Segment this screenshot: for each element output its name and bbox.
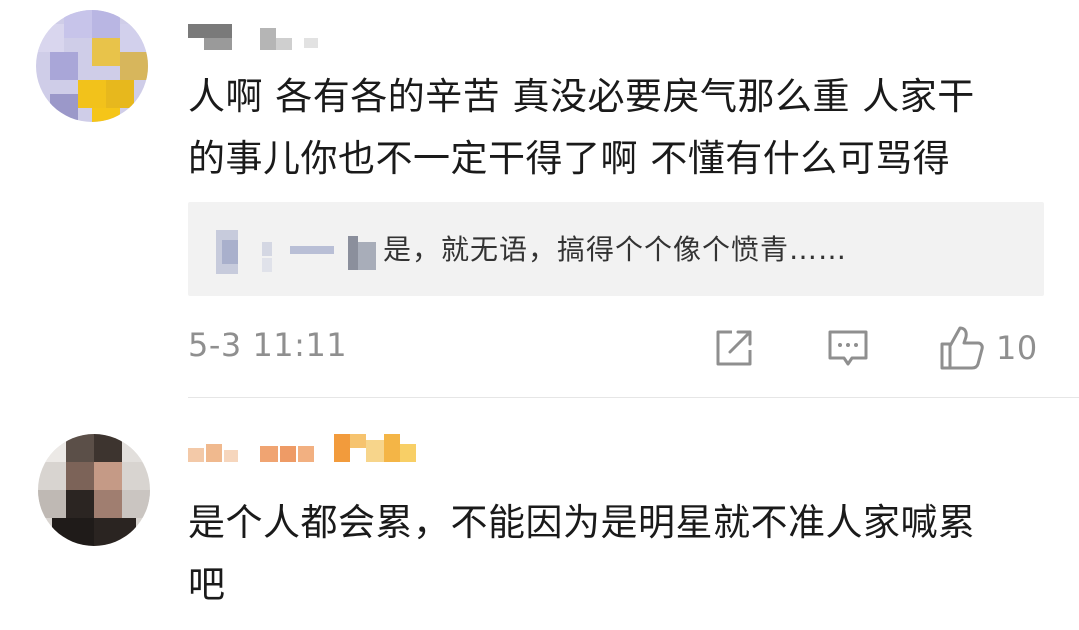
comment-icon xyxy=(828,330,868,366)
comment-text-line: 是个人都会累，不能因为是明星就不准人家喊累 xyxy=(188,501,976,544)
comment-text-line: 人啊 各有各的辛苦 真没必要戾气那么重 人家干 xyxy=(188,75,975,118)
share-button[interactable] xyxy=(712,322,756,374)
avatar[interactable] xyxy=(38,434,150,546)
reply-preview-text: 是，就无语，搞得个个像个愤青…… xyxy=(383,233,848,266)
comment-text-line: 的事儿你也不一定干得了啊 不懂有什么可骂得 xyxy=(188,137,951,180)
comment-item: 是个人都会累，不能因为是明星就不准人家喊累 吧 xyxy=(0,398,1079,630)
comment-button[interactable] xyxy=(826,322,870,374)
like-count: 10 xyxy=(996,329,1038,367)
like-icon xyxy=(940,326,984,370)
comment-text-line: 吧 xyxy=(188,563,226,606)
share-icon xyxy=(716,330,752,366)
timestamp: 5-3 11:11 xyxy=(188,326,348,364)
reply-username-pixelated xyxy=(216,230,386,274)
comment-item: 人啊 各有各的辛苦 真没必要戾气那么重 人家干 的事儿你也不一定干得了啊 不懂有… xyxy=(0,0,1079,398)
comment-text: 是个人都会累，不能因为是明星就不准人家喊累 吧 xyxy=(188,492,1048,616)
like-button[interactable]: 10 xyxy=(938,322,1038,374)
comment-text: 人啊 各有各的辛苦 真没必要戾气那么重 人家干 的事儿你也不一定干得了啊 不懂有… xyxy=(188,66,1048,190)
avatar[interactable] xyxy=(36,10,148,122)
reply-preview[interactable]: 是，就无语，搞得个个像个愤青…… xyxy=(188,202,1044,296)
